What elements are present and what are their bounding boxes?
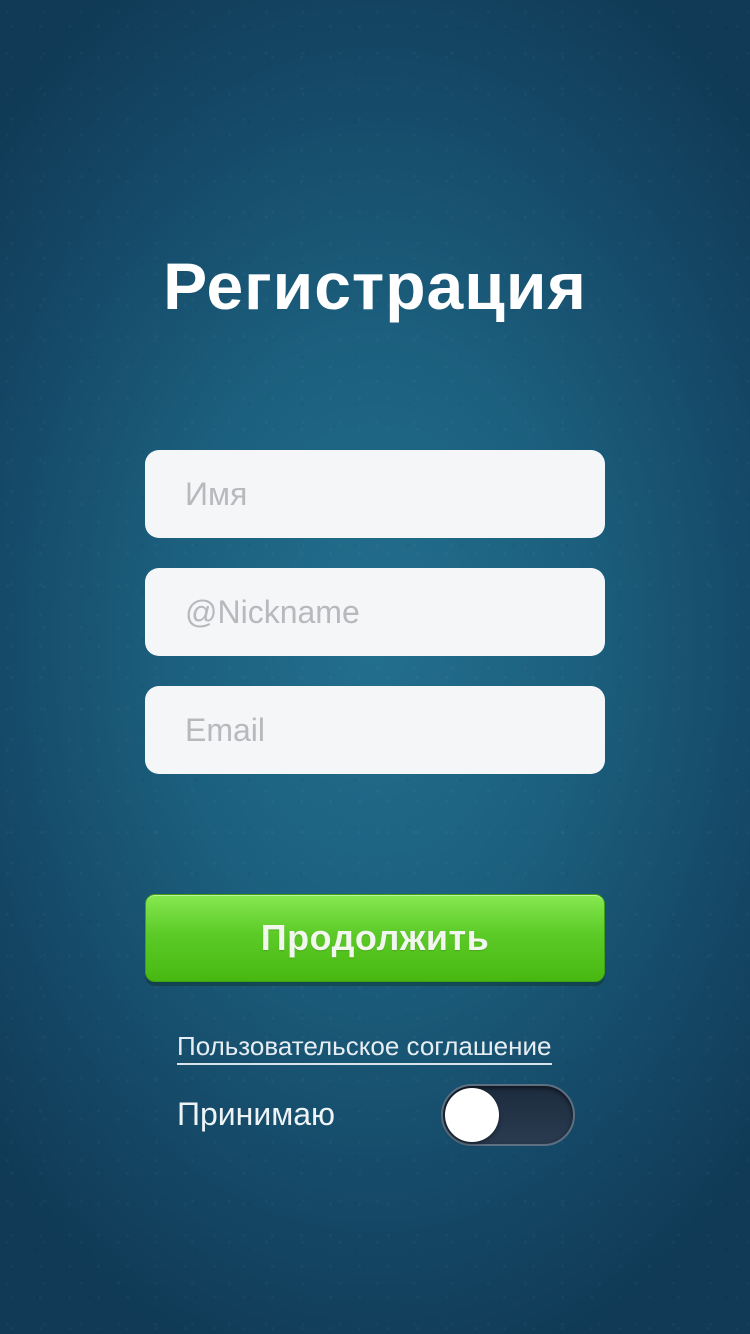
name-input[interactable] — [145, 450, 605, 538]
accept-label: Принимаю — [177, 1096, 336, 1132]
accept-toggle[interactable] — [441, 1084, 575, 1146]
email-input[interactable] — [145, 686, 605, 774]
nickname-input[interactable] — [145, 568, 605, 656]
continue-button[interactable]: Продолжить — [145, 894, 605, 982]
page-title: Регистрация — [163, 249, 587, 323]
toggle-knob — [445, 1088, 499, 1142]
background-texture — [0, 0, 750, 1334]
user-agreement-link[interactable]: Пользовательское соглашение — [177, 1030, 552, 1065]
